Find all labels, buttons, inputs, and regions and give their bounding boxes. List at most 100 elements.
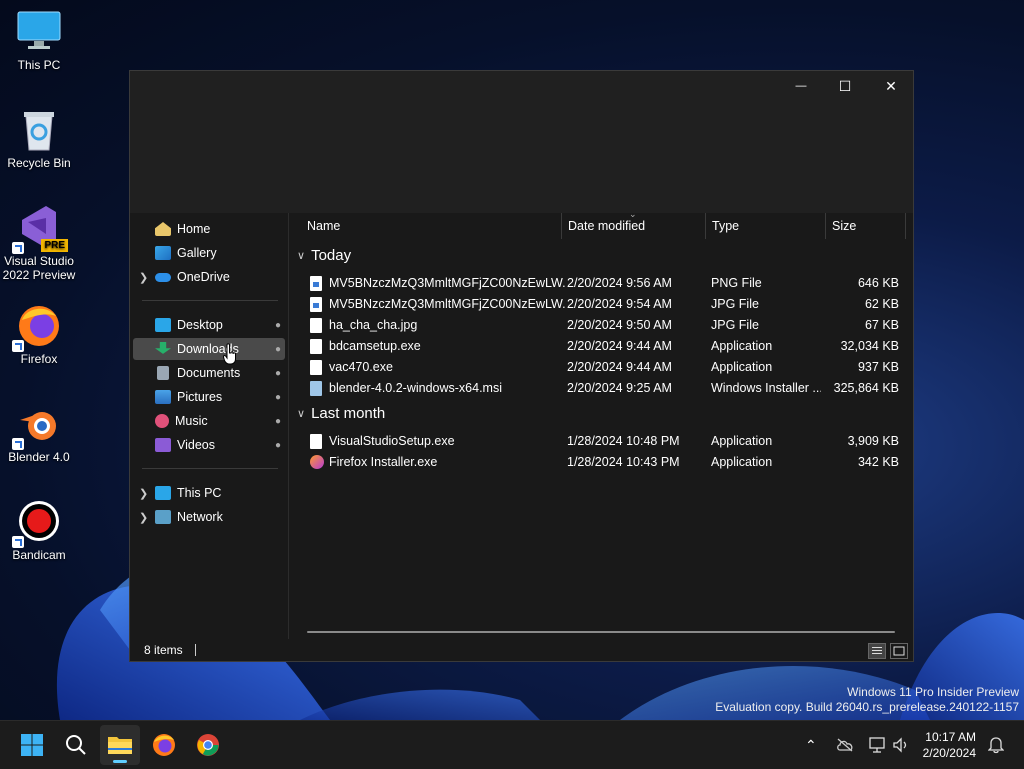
title-bar[interactable]: — ☐ ✕ — [130, 71, 913, 213]
watermark-line: Windows 11 Pro Insider Preview — [847, 685, 1019, 699]
start-icon — [21, 734, 43, 756]
file-date: 2/20/2024 9:56 AM — [567, 276, 672, 290]
nav-item-downloads[interactable]: Downloads ● — [133, 338, 285, 360]
file-list-pane: Name ⌄ Date modified Type Size ∨ Today M… — [289, 209, 913, 639]
chevron-right-icon[interactable]: ❯ — [139, 511, 148, 524]
watermark-line: Evaluation copy. Build 26040.rs_prerelea… — [715, 700, 1019, 714]
group-header-last-month[interactable]: ∨ Last month — [297, 405, 385, 422]
chrome-icon — [197, 734, 219, 756]
desktop-icon-firefox[interactable]: Firefox — [0, 302, 78, 366]
bandicam-icon — [12, 498, 62, 548]
desktop-icon-label: This PC — [17, 58, 61, 72]
nav-item-pictures[interactable]: Pictures ● — [133, 386, 285, 408]
recycle-bin-icon — [16, 106, 62, 152]
visual-studio-icon: PRE — [12, 204, 68, 254]
nav-item-this-pc[interactable]: ❯ This PC — [133, 482, 285, 504]
maximize-button[interactable]: ☐ — [822, 71, 868, 101]
close-button[interactable]: ✕ — [868, 71, 914, 101]
chrome-taskbar-button[interactable] — [188, 725, 228, 765]
column-header-type[interactable]: Type — [712, 213, 739, 239]
music-folder-icon — [155, 414, 169, 428]
desktop-icon-this-pc[interactable]: This PC — [0, 8, 78, 72]
image-file-icon — [310, 297, 322, 312]
group-header-today[interactable]: ∨ Today — [297, 247, 351, 264]
start-button[interactable] — [12, 725, 52, 765]
close-icon: ✕ — [885, 77, 897, 94]
file-row[interactable]: bdcamsetup.exe 2/20/2024 9:44 AM Applicati… — [297, 336, 901, 357]
nav-divider — [142, 300, 278, 301]
column-header-size[interactable]: Size — [832, 213, 856, 239]
insider-watermark: Windows 11 Pro Insider Preview Evaluatio… — [715, 685, 1019, 715]
column-divider[interactable] — [561, 213, 562, 239]
search-icon — [66, 735, 86, 755]
file-row[interactable]: Firefox Installer.exe 1/28/2024 10:43 PM A… — [297, 452, 901, 473]
active-indicator — [113, 760, 127, 763]
group-title: Last month — [311, 405, 386, 422]
nav-item-music[interactable]: Music ● — [133, 410, 285, 432]
horizontal-scrollbar[interactable] — [307, 631, 895, 633]
nav-item-home[interactable]: Home — [133, 218, 285, 240]
nav-item-videos[interactable]: Videos ● — [133, 434, 285, 456]
nav-item-desktop[interactable]: Desktop ● — [133, 314, 285, 336]
show-hidden-icons-button[interactable]: ⌃ — [805, 721, 817, 769]
nav-item-label: Network — [177, 510, 223, 524]
file-row[interactable]: blender-4.0.2-windows-x64.msi 2/20/2024 9… — [297, 378, 901, 399]
column-divider[interactable] — [705, 213, 706, 239]
clock-time: 10:17 AM — [925, 730, 976, 744]
desktop-icon-visual-studio[interactable]: PRE Visual Studio 2022 Preview — [0, 204, 78, 282]
text-caret — [194, 644, 196, 656]
details-view-button[interactable] — [868, 643, 886, 659]
file-date: 2/20/2024 9:44 AM — [567, 360, 672, 374]
image-file-icon — [310, 276, 322, 291]
nav-item-label: Home — [177, 222, 211, 236]
nav-item-onedrive[interactable]: ❯ OneDrive — [133, 266, 285, 288]
file-date: 2/20/2024 9:25 AM — [567, 381, 672, 395]
desktop-icon-blender[interactable]: Blender 4.0 — [0, 400, 78, 464]
navigation-pane: Home Gallery ❯ OneDrive Desktop ● Downlo… — [130, 213, 289, 639]
file-row[interactable]: VisualStudioSetup.exe 1/28/2024 10:48 PM A… — [297, 431, 901, 452]
desktop-icon-label: Bandicam — [12, 548, 66, 562]
chevron-right-icon[interactable]: ❯ — [139, 271, 148, 284]
volume-tray-button[interactable] — [892, 721, 910, 769]
shortcut-arrow-icon — [12, 438, 24, 450]
desktop-icon-recycle-bin[interactable]: Recycle Bin — [0, 106, 78, 170]
tiles-view-button[interactable] — [890, 643, 908, 659]
file-type: Application — [711, 455, 773, 469]
group-title: Today — [311, 247, 352, 264]
file-explorer-taskbar-button[interactable] — [100, 725, 140, 765]
file-explorer-window: — ☐ ✕ Home Gallery ❯ OneDrive Desktop ● … — [129, 70, 914, 662]
chevron-right-icon[interactable]: ❯ — [139, 487, 148, 500]
taskbar: ⌃ 10:17 AM 2/20/2024 — [0, 720, 1024, 769]
network-icon — [155, 510, 171, 524]
file-type: PNG File — [711, 276, 762, 290]
column-header-name[interactable]: Name — [307, 213, 340, 239]
file-row[interactable]: MV5BNzczMzQ3MmltMGFjZC00NzEwLW... 2/20/20… — [297, 294, 901, 315]
onedrive-tray-button[interactable] — [836, 721, 854, 769]
file-row[interactable]: MV5BNzczMzQ3MmltMGFjZC00NzEwLW... 2/20/20… — [297, 273, 901, 294]
column-divider[interactable] — [905, 213, 906, 239]
nav-item-label: Documents — [177, 366, 241, 380]
nav-item-network[interactable]: ❯ Network — [133, 506, 285, 528]
system-clock[interactable]: 10:17 AM 2/20/2024 — [923, 729, 976, 761]
network-tray-button[interactable] — [868, 721, 886, 769]
column-header-date[interactable]: Date modified — [568, 213, 645, 239]
file-date: 1/28/2024 10:43 PM — [567, 455, 680, 469]
shortcut-arrow-icon — [12, 536, 24, 548]
nav-item-gallery[interactable]: Gallery — [133, 242, 285, 264]
firefox-taskbar-button[interactable] — [144, 725, 184, 765]
desktop-icon-bandicam[interactable]: Bandicam — [0, 498, 78, 562]
firefox-installer-icon — [310, 455, 324, 469]
file-type: Application — [711, 339, 773, 353]
minimize-button[interactable]: — — [778, 71, 824, 101]
file-row[interactable]: ha_cha_cha.jpg 2/20/2024 9:50 AM JPG File 6… — [297, 315, 901, 336]
search-button[interactable] — [56, 725, 96, 765]
notifications-button[interactable] — [988, 721, 1004, 769]
desktop-icon-label: Blender 4.0 — [8, 450, 70, 464]
cloud-icon — [155, 272, 171, 282]
clock-date: 2/20/2024 — [922, 746, 976, 760]
item-count: 8 items — [144, 643, 183, 657]
column-divider[interactable] — [825, 213, 826, 239]
file-row[interactable]: vac470.exe 2/20/2024 9:44 AM Application 93… — [297, 357, 901, 378]
nav-item-documents[interactable]: Documents ● — [133, 362, 285, 384]
file-size: 32,034 KB — [840, 339, 899, 353]
